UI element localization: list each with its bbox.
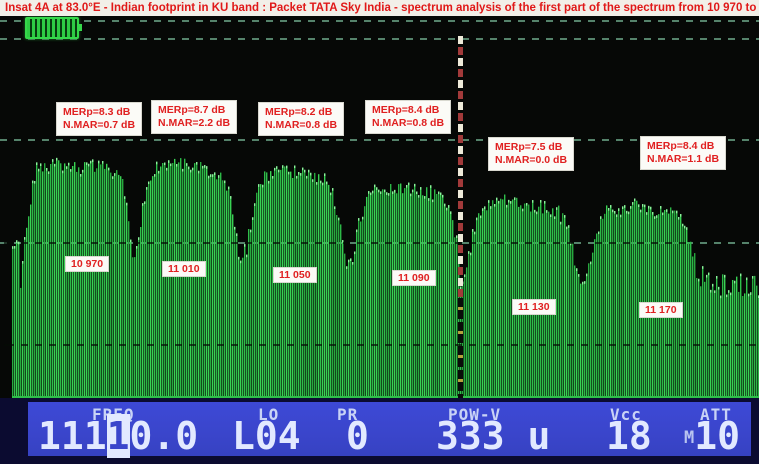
meter-screen: Insat 4A at 83.0°E - Indian footprint in… [0, 0, 759, 464]
mer-measurement-label: MERp=8.7 dB N.MAR=2.2 dB [152, 101, 236, 133]
merp-value: MERp=8.7 dB [158, 104, 230, 117]
frequency-label: 11 050 [274, 268, 316, 282]
freq-value[interactable]: 11110.0 [38, 416, 198, 456]
att-value[interactable]: M10 [684, 416, 740, 458]
grid-line [0, 242, 759, 244]
status-panel: FREQ 11110.0 LO L04 PR 0 POW-V 333 u Vcc… [28, 402, 751, 456]
frequency-label: 10 970 [66, 257, 108, 271]
merp-value: MERp=8.4 dB [372, 104, 444, 117]
grid-line [0, 344, 759, 346]
frequency-label: 11 090 [393, 271, 435, 285]
nmar-value: N.MAR=2.2 dB [158, 117, 230, 130]
nmar-value: N.MAR=0.8 dB [372, 117, 444, 130]
nmar-value: N.MAR=0.8 dB [265, 119, 337, 132]
frequency-label: 11 170 [640, 303, 682, 317]
merp-value: MERp=8.2 dB [265, 106, 337, 119]
frequency-label: 11 130 [513, 300, 555, 314]
pow-v-value[interactable]: 333 u [436, 416, 550, 456]
status-bar: FREQ 11110.0 LO L04 PR 0 POW-V 333 u Vcc… [0, 398, 759, 464]
merp-value: MERp=8.4 dB [647, 140, 719, 153]
center-marker-line [458, 36, 463, 298]
title-bar: Insat 4A at 83.0°E - Indian footprint in… [0, 0, 759, 16]
freq-edit-cursor[interactable]: 1 [107, 414, 130, 458]
mer-measurement-label: MERp=8.2 dB N.MAR=0.8 dB [259, 103, 343, 135]
mer-measurement-label: MERp=8.4 dB N.MAR=1.1 dB [641, 137, 725, 169]
center-marker-line-lower [458, 298, 463, 398]
lo-value[interactable]: L04 [232, 416, 301, 456]
pr-value[interactable]: 0 [346, 416, 369, 456]
battery-level-icon [25, 17, 79, 39]
merp-value: MERp=8.3 dB [63, 106, 135, 119]
frequency-label: 11 010 [163, 262, 205, 276]
mer-measurement-label: MERp=8.3 dB N.MAR=0.7 dB [57, 103, 141, 135]
merp-value: MERp=7.5 dB [495, 141, 567, 154]
nmar-value: N.MAR=0.7 dB [63, 119, 135, 132]
nmar-value: N.MAR=1.1 dB [647, 153, 719, 166]
vcc-value[interactable]: 18 [606, 416, 652, 456]
spectrum-trace [0, 0, 759, 464]
mer-measurement-label: MERp=8.4 dB N.MAR=0.8 dB [366, 101, 450, 133]
mer-measurement-label: MERp=7.5 dB N.MAR=0.0 dB [489, 138, 573, 170]
nmar-value: N.MAR=0.0 dB [495, 154, 567, 167]
